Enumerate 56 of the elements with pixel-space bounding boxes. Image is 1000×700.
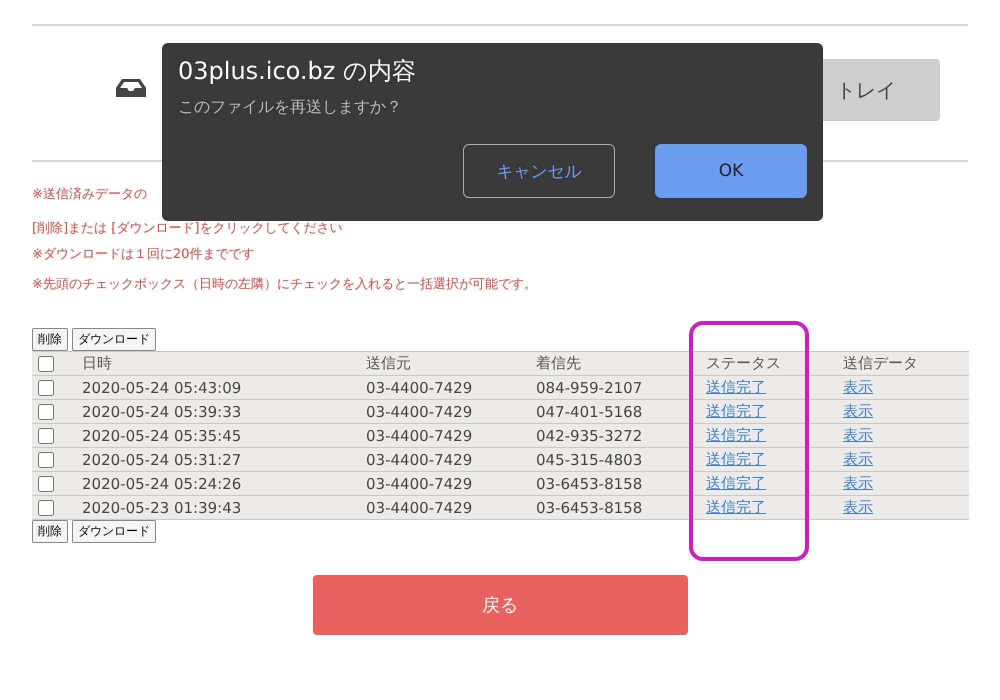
view-link[interactable]: 表示 — [843, 498, 873, 516]
notice-text: [削除]または [ダウンロード]をクリックしてください — [32, 220, 344, 238]
column-header: ステータス — [706, 354, 781, 372]
cancel-button[interactable]: キャンセル — [463, 144, 615, 198]
table-cell: 2020-05-23 01:39:43 — [82, 498, 242, 516]
table-cell: 03-4400-7429 — [366, 450, 472, 468]
table-cell: 2020-05-24 05:43:09 — [82, 378, 242, 396]
notice-text: ※送信済みデータの — [32, 186, 148, 204]
status-link[interactable]: 送信完了 — [706, 378, 766, 396]
action-button[interactable]: 削除 — [32, 520, 68, 543]
status-link[interactable]: 送信完了 — [706, 498, 766, 516]
row-checkbox[interactable] — [38, 500, 54, 516]
view-link[interactable]: 表示 — [843, 402, 873, 420]
status-link[interactable]: 送信完了 — [706, 474, 766, 492]
row-checkbox[interactable] — [38, 428, 54, 444]
table-cell: 2020-05-24 05:35:45 — [82, 426, 242, 444]
dialog-message: このファイルを再送しますか？ — [178, 97, 403, 118]
inbox-icon — [116, 78, 146, 98]
table-cell: 03-4400-7429 — [366, 426, 472, 444]
table-cell: 2020-05-24 05:24:26 — [82, 474, 242, 492]
action-button[interactable]: ダウンロード — [72, 520, 156, 543]
status-link[interactable]: 送信完了 — [706, 402, 766, 420]
row-checkbox[interactable] — [38, 476, 54, 492]
table-cell: 03-4400-7429 — [366, 474, 472, 492]
view-link[interactable]: 表示 — [843, 450, 873, 468]
view-link[interactable]: 表示 — [843, 474, 873, 492]
table-cell: 047-401-5168 — [536, 402, 642, 420]
action-button[interactable]: ダウンロード — [72, 328, 156, 351]
notice-text: ※ダウンロードは１回に20件までです — [32, 246, 256, 264]
table-cell: 042-935-3272 — [536, 426, 642, 444]
row-checkbox[interactable] — [38, 452, 54, 468]
dialog-title: 03plus.ico.bz の内容 — [178, 56, 417, 87]
table-cell: 03-4400-7429 — [366, 402, 472, 420]
notice-text: ※先頭のチェックボックス（日時の左隣）にチェックを入れると一括選択が可能です。 — [32, 276, 538, 294]
table-cell: 2020-05-24 05:31:27 — [82, 450, 242, 468]
table-cell: 03-4400-7429 — [366, 378, 472, 396]
status-link[interactable]: 送信完了 — [706, 450, 766, 468]
column-header: 着信先 — [536, 354, 581, 372]
row-checkbox[interactable] — [38, 380, 54, 396]
column-header: 送信データ — [843, 354, 918, 372]
status-link[interactable]: 送信完了 — [706, 426, 766, 444]
column-header: 日時 — [82, 354, 112, 372]
view-link[interactable]: 表示 — [843, 378, 873, 396]
select-all-checkbox[interactable] — [38, 356, 54, 372]
table-cell: 03-4400-7429 — [366, 498, 472, 516]
row-checkbox[interactable] — [38, 404, 54, 420]
table-cell: 2020-05-24 05:39:33 — [82, 402, 242, 420]
table-cell: 084-959-2107 — [536, 378, 642, 396]
view-link[interactable]: 表示 — [843, 426, 873, 444]
column-header: 送信元 — [366, 354, 411, 372]
action-button[interactable]: 削除 — [32, 328, 68, 351]
table-cell: 03-6453-8158 — [536, 474, 642, 492]
table-cell: 045-315-4803 — [536, 450, 642, 468]
ok-button[interactable]: OK — [655, 144, 807, 198]
back-button[interactable]: 戻る — [312, 575, 688, 635]
table-cell: 03-6453-8158 — [536, 498, 642, 516]
